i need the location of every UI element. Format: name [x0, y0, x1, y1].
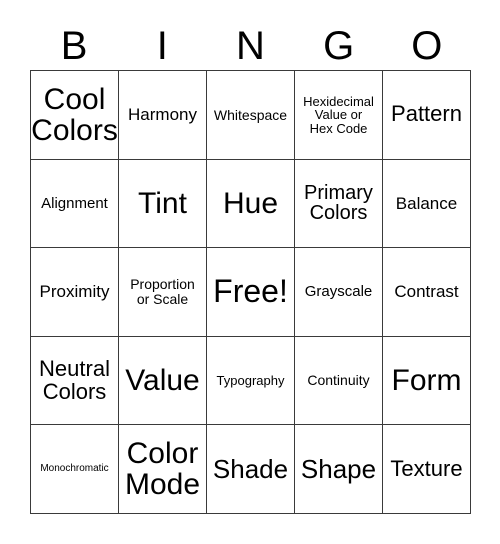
- bingo-cell-label: Neutral Colors: [39, 355, 110, 404]
- header-letter-g: G: [323, 24, 355, 68]
- bingo-cell[interactable]: Pattern: [383, 71, 471, 160]
- bingo-cell[interactable]: Grayscale: [295, 248, 383, 337]
- header-letter-i: I: [156, 24, 168, 68]
- bingo-cell[interactable]: Primary Colors: [295, 159, 383, 249]
- bingo-cell[interactable]: Alignment: [31, 159, 119, 249]
- bingo-cell[interactable]: Form: [383, 336, 471, 426]
- bingo-cell[interactable]: Monochromatic: [31, 425, 119, 514]
- bingo-cell-label: Shade: [212, 453, 289, 484]
- bingo-cell-label: Pattern: [391, 101, 462, 127]
- bingo-cell-label: Value: [125, 364, 200, 397]
- bingo-cell-label: Primary Colors: [304, 181, 373, 225]
- bingo-cell-label: Shape: [300, 453, 377, 484]
- bingo-cell[interactable]: Texture: [383, 425, 471, 514]
- bingo-cell[interactable]: Tint: [119, 159, 207, 249]
- bingo-cell[interactable]: Proportion or Scale: [119, 248, 207, 337]
- bingo-header: B I N G O: [30, 22, 471, 70]
- header-letter-o: O: [411, 24, 443, 68]
- bingo-cell[interactable]: Cool Colors: [31, 71, 119, 160]
- bingo-cell[interactable]: Whitespace: [207, 71, 295, 160]
- bingo-cell-free[interactable]: Free!: [207, 248, 295, 337]
- bingo-cell[interactable]: Hexidecimal Value or Hex Code: [295, 71, 383, 160]
- bingo-cell-label: Whitespace: [213, 106, 288, 123]
- bingo-cell[interactable]: Harmony: [119, 71, 207, 160]
- bingo-cell-label: Hue: [222, 186, 279, 220]
- header-letter-b: B: [60, 24, 88, 68]
- bingo-cell[interactable]: Neutral Colors: [31, 336, 119, 426]
- bingo-cell[interactable]: Proximity: [31, 248, 119, 337]
- bingo-cell-label: Monochromatic: [40, 462, 109, 474]
- bingo-cell-label: Contrast: [394, 282, 459, 302]
- bingo-cell-label: Typography: [216, 372, 285, 388]
- bingo-cell[interactable]: Continuity: [295, 336, 383, 426]
- bingo-cell-label: Free!: [213, 273, 288, 310]
- bingo-cell-label: Grayscale: [304, 283, 373, 301]
- bingo-cell-label: Continuity: [307, 372, 370, 389]
- bingo-cell[interactable]: Color Mode: [119, 425, 207, 514]
- bingo-cell[interactable]: Value: [119, 336, 207, 426]
- bingo-cell[interactable]: Balance: [383, 159, 471, 249]
- header-letter-n: N: [236, 24, 265, 68]
- bingo-cell[interactable]: Hue: [207, 159, 295, 249]
- bingo-cell-label: Proximity: [39, 282, 110, 302]
- bingo-cell-label: Proportion or Scale: [130, 276, 195, 307]
- bingo-card: B I N G O Cool Colors Harmony Whitespace…: [0, 0, 500, 544]
- bingo-cell-label: Color Mode: [124, 437, 201, 502]
- bingo-cell-label: Balance: [395, 193, 458, 213]
- bingo-cell[interactable]: Shade: [207, 425, 295, 514]
- bingo-cell-label: Form: [391, 364, 462, 397]
- bingo-cell-label: Harmony: [128, 104, 197, 124]
- bingo-cell-label: Cool Colors: [31, 82, 118, 147]
- bingo-cell-label: Alignment: [41, 194, 108, 212]
- bingo-cell[interactable]: Typography: [207, 336, 295, 426]
- bingo-grid: Cool Colors Harmony Whitespace Hexidecim…: [30, 70, 471, 514]
- bingo-cell-label: Tint: [138, 186, 187, 220]
- bingo-cell-label: Texture: [390, 455, 463, 481]
- bingo-cell[interactable]: Contrast: [383, 248, 471, 337]
- bingo-cell-label: Hexidecimal Value or Hex Code: [303, 93, 374, 136]
- bingo-cell[interactable]: Shape: [295, 425, 383, 514]
